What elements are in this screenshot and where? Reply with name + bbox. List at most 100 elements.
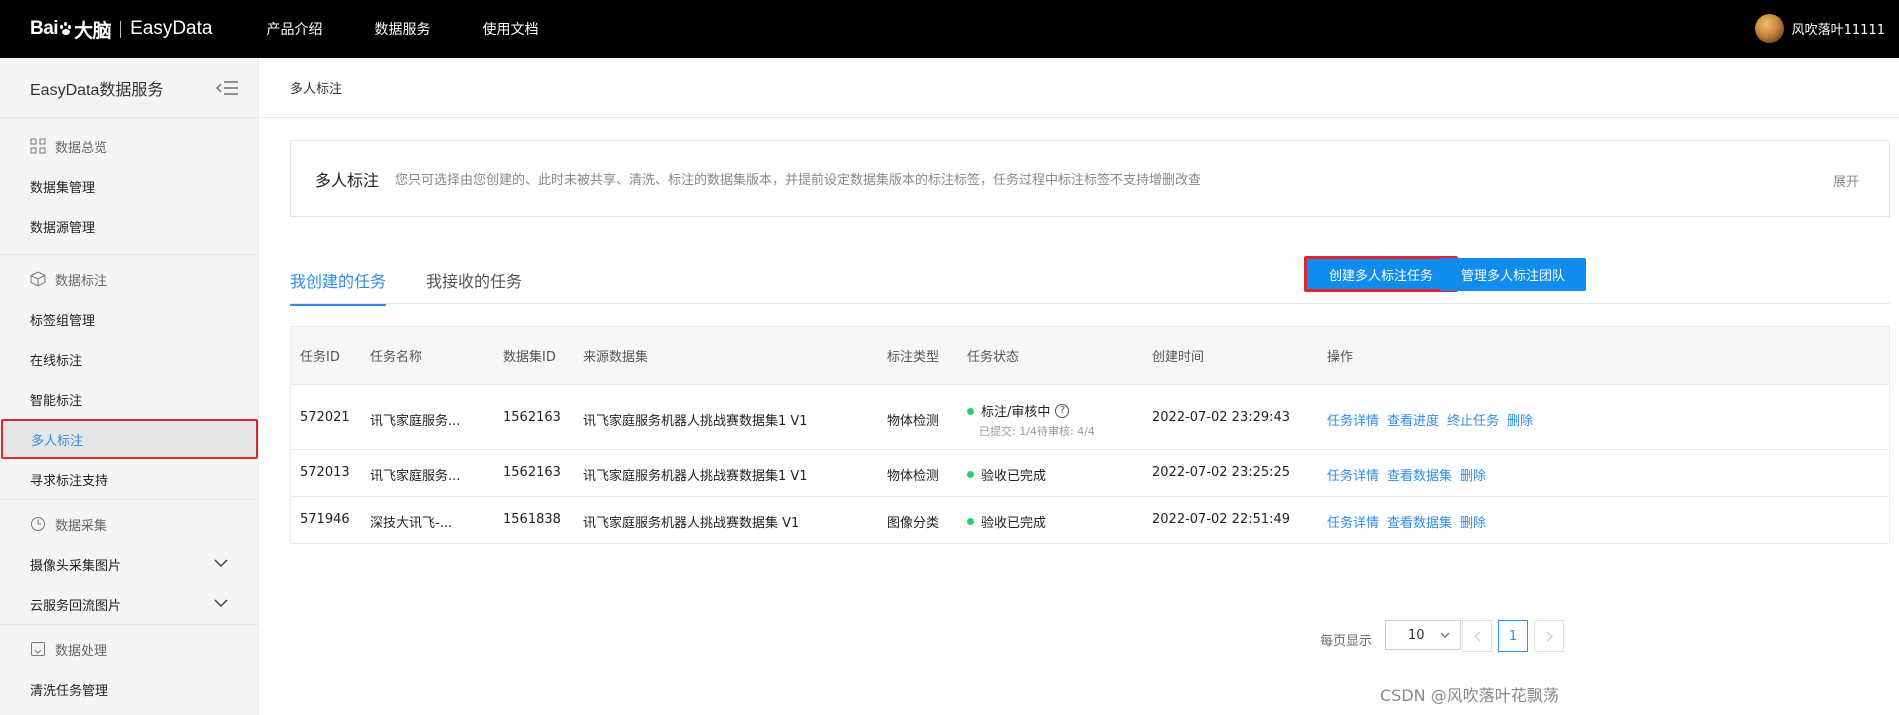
cube-icon: [30, 271, 46, 287]
cell-task-name: 讯飞家庭服务...: [370, 469, 461, 484]
sidebar-divider: [0, 499, 258, 500]
status-dot: [967, 518, 974, 525]
cell-dataset-id: 1562163: [503, 465, 561, 480]
page-size-label: 每页显示: [1320, 634, 1373, 649]
view-dataset-link[interactable]: 查看数据集: [1387, 516, 1452, 531]
page-size-select[interactable]: 10: [1385, 620, 1461, 650]
create-multi-annotation-task-button[interactable]: 创建多人标注任务: [1304, 256, 1458, 292]
task-tabs: 我创建的任务 我接收的任务: [290, 268, 562, 306]
delete-link[interactable]: 删除: [1460, 516, 1486, 531]
table-header: 任务ID 任务名称 数据集ID 来源数据集 标注类型 任务状态 创建时间 操作: [291, 327, 1889, 385]
pending-review-count: 待审核: 4/4: [1037, 425, 1095, 438]
cell-source-dataset: 讯飞家庭服务机器人挑战赛数据集 V1: [583, 516, 800, 531]
sidebar-item-label-group[interactable]: 标签组管理: [0, 299, 258, 339]
page-number-button[interactable]: 1: [1498, 620, 1528, 652]
top-bar: Bai 大脑 EasyData 产品介绍 数据服务 使用文档 风吹落叶11111: [0, 0, 1899, 58]
cell-actions: 任务详情 查看进度 终止任务 删除: [1327, 410, 1541, 429]
expand-link[interactable]: 展开: [1833, 171, 1859, 190]
cell-task-status: 验收已完成: [967, 512, 1046, 531]
logo-divider: [120, 20, 122, 38]
cell-created-time: 2022-07-02 23:25:25: [1152, 465, 1291, 480]
sidebar-title: EasyData数据服务: [0, 58, 258, 118]
process-icon: [31, 642, 45, 656]
cell-task-status: 验收已完成: [967, 465, 1046, 484]
baidu-easydata-logo[interactable]: Bai 大脑 EasyData: [30, 16, 212, 43]
tab-created-tasks[interactable]: 我创建的任务: [290, 268, 387, 306]
table-row: 571946 深技大讯飞-... 1561838 讯飞家庭服务机器人挑战赛数据集…: [291, 497, 1889, 543]
chevron-left-icon: [1473, 631, 1480, 641]
clock-icon: [31, 517, 45, 531]
sidebar-divider: [0, 624, 258, 625]
sidebar-item-clean-task[interactable]: 清洗任务管理: [0, 669, 258, 709]
avatar[interactable]: [1754, 14, 1784, 43]
stop-task-link[interactable]: 终止任务: [1447, 414, 1499, 429]
sidebar-group-processing: 数据处理: [0, 629, 258, 669]
sidebar-item-dataset-manage[interactable]: 数据集管理: [0, 166, 258, 206]
col-task-status: 任务状态: [967, 350, 1020, 365]
cell-dataset-id: 1561838: [503, 512, 561, 527]
chevron-down-icon: [1440, 632, 1450, 638]
cell-actions: 任务详情 查看数据集 删除: [1327, 512, 1494, 531]
chevron-down-icon[interactable]: [214, 559, 228, 568]
col-annotation-type: 标注类型: [887, 350, 940, 365]
status-dot: [967, 408, 974, 415]
col-created-time: 创建时间: [1152, 350, 1205, 365]
nav-product-intro[interactable]: 产品介绍: [266, 19, 322, 39]
manage-annotation-team-button[interactable]: 管理多人标注团队: [1440, 258, 1586, 291]
task-detail-link[interactable]: 任务详情: [1327, 516, 1379, 531]
col-actions: 操作: [1327, 350, 1354, 365]
collapse-menu-icon[interactable]: [216, 80, 238, 96]
prev-page-button[interactable]: [1462, 620, 1492, 652]
sidebar-divider: [0, 254, 258, 255]
task-detail-link[interactable]: 任务详情: [1327, 469, 1379, 484]
status-dot: [967, 471, 974, 478]
cell-annotation-type: 物体检测: [887, 414, 940, 429]
sidebar-item-camera-collect[interactable]: 摄像头采集图片: [0, 544, 258, 584]
intro-description: 您只可选择由您创建的、此时未被共享、清洗、标注的数据集版本，并提前设定数据集版本…: [395, 173, 1202, 188]
sidebar: EasyData数据服务 数据总览 数据集管理 数据源管理 数据标注 标签组管理…: [0, 58, 259, 715]
chevron-down-icon[interactable]: [214, 599, 228, 608]
tabs-divider: [290, 303, 1890, 304]
cell-actions: 任务详情 查看数据集 删除: [1327, 465, 1494, 484]
cell-task-id: 572013: [300, 465, 350, 480]
grid-icon: [30, 138, 46, 154]
col-task-name: 任务名称: [370, 350, 423, 365]
cell-task-id: 572021: [300, 410, 350, 425]
breadcrumb: 多人标注: [260, 58, 1899, 118]
sidebar-item-multi-annotation[interactable]: 多人标注: [1, 419, 258, 459]
cell-dataset-id: 1562163: [503, 410, 561, 425]
sidebar-item-smart-annotation[interactable]: 智能标注: [0, 379, 258, 419]
sidebar-item-annotation-support[interactable]: 寻求标注支持: [0, 459, 258, 499]
cell-created-time: 2022-07-02 22:51:49: [1152, 512, 1291, 527]
top-nav: 产品介绍 数据服务 使用文档: [266, 19, 590, 39]
intro-panel: 多人标注 您只可选择由您创建的、此时未被共享、清洗、标注的数据集版本，并提前设定…: [290, 140, 1890, 217]
col-dataset-id: 数据集ID: [503, 350, 556, 365]
cell-task-name: 讯飞家庭服务...: [370, 414, 461, 429]
intro-title: 多人标注: [315, 170, 380, 190]
logo-baidu: Bai 大脑: [30, 18, 112, 42]
cell-task-name: 深技大讯飞-...: [370, 516, 453, 531]
view-progress-link[interactable]: 查看进度: [1387, 414, 1439, 429]
sidebar-item-cloud-reflow[interactable]: 云服务回流图片: [0, 584, 258, 624]
col-task-id: 任务ID: [300, 350, 340, 365]
user-menu[interactable]: 风吹落叶11111: [1754, 14, 1885, 43]
cell-task-id: 571946: [300, 512, 350, 527]
next-page-button[interactable]: [1534, 620, 1564, 652]
sidebar-item-online-annotation[interactable]: 在线标注: [0, 339, 258, 379]
delete-link[interactable]: 删除: [1507, 414, 1533, 429]
task-table: 任务ID 任务名称 数据集ID 来源数据集 标注类型 任务状态 创建时间 操作 …: [290, 326, 1890, 544]
delete-link[interactable]: 删除: [1460, 469, 1486, 484]
watermark-text: CSDN @风吹落叶花飘荡: [1380, 686, 1559, 705]
nav-docs[interactable]: 使用文档: [482, 19, 538, 39]
view-dataset-link[interactable]: 查看数据集: [1387, 469, 1452, 484]
nav-data-service[interactable]: 数据服务: [374, 19, 430, 39]
sidebar-group-overview: 数据总览: [0, 126, 258, 166]
help-icon[interactable]: ?: [1055, 403, 1070, 418]
chevron-right-icon: [1546, 631, 1553, 641]
sidebar-item-datasource-manage[interactable]: 数据源管理: [0, 206, 258, 246]
cell-created-time: 2022-07-02 23:29:43: [1152, 410, 1291, 425]
sidebar-group-collection: 数据采集: [0, 504, 258, 544]
cell-task-status: 标注/审核中 ?: [967, 401, 1070, 420]
tab-received-tasks[interactable]: 我接收的任务: [426, 268, 522, 306]
task-detail-link[interactable]: 任务详情: [1327, 414, 1379, 429]
